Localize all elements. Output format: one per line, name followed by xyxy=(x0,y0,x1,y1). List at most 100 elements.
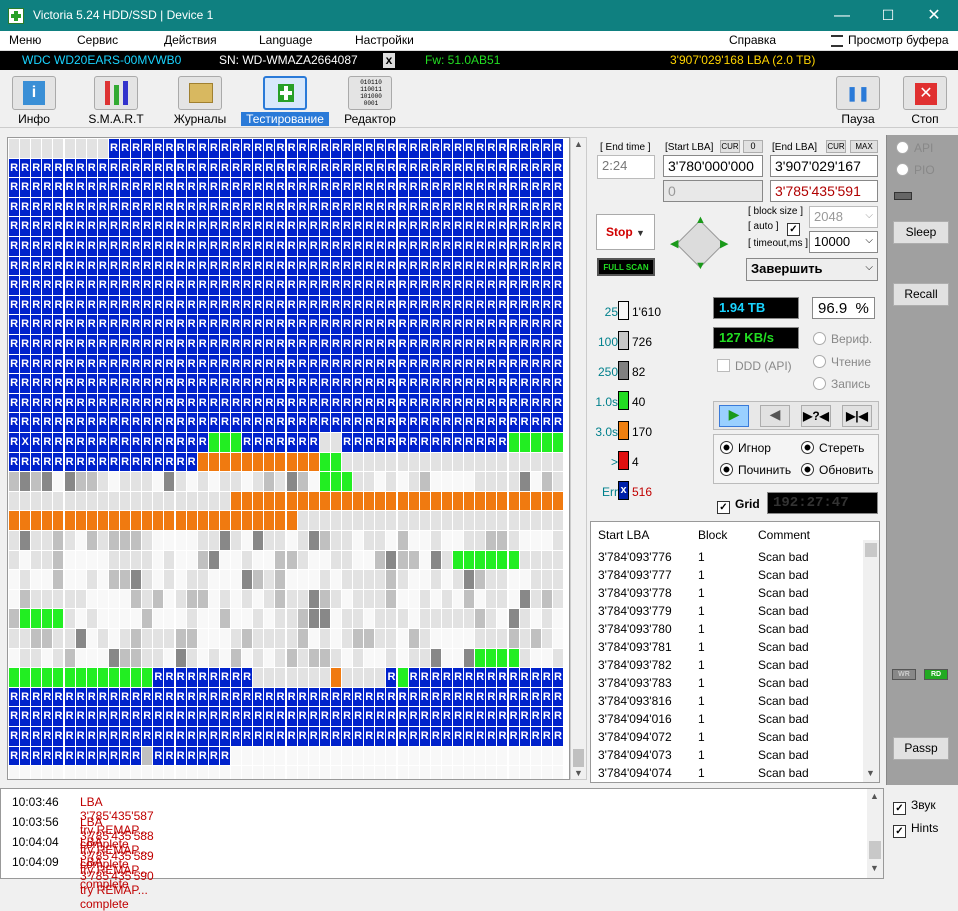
auto-checkbox[interactable] xyxy=(787,219,805,236)
scan-map-scrollbar[interactable]: ▼ ▲ xyxy=(570,137,587,780)
table-row[interactable]: 3'784'093'780 1 Scan bad xyxy=(591,620,861,638)
table-scrollbar[interactable]: ▼ xyxy=(863,540,879,782)
legend-threshold: 100 xyxy=(597,335,618,349)
column-header-block[interactable]: Block xyxy=(698,528,727,542)
menu-item-actions[interactable]: Действия xyxy=(164,33,217,47)
scan-block: R xyxy=(108,237,119,256)
play-forward-button[interactable]: ▶ xyxy=(719,405,749,427)
finish-action-select[interactable]: Завершить ⌵ xyxy=(746,258,878,281)
ddd-api-checkbox[interactable]: DDD (API) xyxy=(717,359,792,373)
table-row[interactable]: 3'784'094'016 1 Scan bad xyxy=(591,710,861,728)
end-time-field[interactable]: 2:24 xyxy=(597,155,655,179)
write-radio[interactable]: Запись xyxy=(813,377,870,391)
erase-radio[interactable]: Стереть xyxy=(801,441,864,455)
column-header-comment[interactable]: Comment xyxy=(758,528,810,542)
scan-block: R xyxy=(197,276,208,295)
testing-tab[interactable]: Тестирование xyxy=(241,76,329,126)
sound-checkbox[interactable]: Звук xyxy=(893,798,936,815)
table-row[interactable]: 3'784'094'073 1 Scan bad xyxy=(591,746,861,764)
arrow-left-icon[interactable]: ◀ xyxy=(670,237,678,250)
minimize-button[interactable]: — xyxy=(819,0,865,31)
scroll-down-icon[interactable]: ▼ xyxy=(574,768,583,778)
butterfly-button[interactable]: ▶?◀ xyxy=(801,405,831,427)
pause-button[interactable]: ❚❚ Пауза xyxy=(836,76,880,126)
info-tab[interactable]: i Инфо xyxy=(10,76,58,126)
scroll-up-icon[interactable]: ▲ xyxy=(574,139,583,149)
table-row[interactable]: 3'784'094'074 1 Scan bad xyxy=(591,764,861,782)
scan-block: R xyxy=(31,178,42,197)
table-row[interactable]: 3'784'093'777 1 Scan bad xyxy=(591,566,861,584)
scan-block xyxy=(530,531,541,550)
arrow-right-icon[interactable]: ▶ xyxy=(720,237,728,250)
repair-radio[interactable]: Починить xyxy=(720,463,791,477)
table-row[interactable]: 3'784'093'779 1 Scan bad xyxy=(591,602,861,620)
scan-block: R xyxy=(464,217,475,236)
recall-button[interactable]: Recall xyxy=(893,283,949,306)
scan-block: R xyxy=(42,452,53,472)
app-cross-icon xyxy=(8,8,24,24)
menu-item-help[interactable]: Справка xyxy=(729,33,776,47)
start-lba-field[interactable]: 3'780'000'000 xyxy=(663,155,763,177)
table-row[interactable]: 3'784'093'783 1 Scan bad xyxy=(591,674,861,692)
grid-checkbox[interactable]: Grid xyxy=(717,497,760,514)
scrollbar-thumb[interactable] xyxy=(869,841,881,859)
start-cur-button[interactable]: CUR xyxy=(720,140,740,153)
play-reverse-button[interactable]: ◀ xyxy=(760,405,790,427)
maximize-button[interactable]: ☐ xyxy=(865,0,911,31)
sleep-button[interactable]: Sleep xyxy=(893,221,949,244)
scan-block: R xyxy=(464,315,475,334)
scan-block xyxy=(53,570,64,589)
eject-device-button[interactable]: x xyxy=(383,53,395,68)
timeout-select[interactable]: 10000 ⌵ xyxy=(809,231,878,253)
verify-radio[interactable]: Вериф. xyxy=(813,332,872,346)
pio-radio[interactable]: PIO xyxy=(896,163,935,177)
read-radio[interactable]: Чтение xyxy=(813,355,871,369)
table-row[interactable]: 3'784'094'072 1 Scan bad xyxy=(591,728,861,746)
scrollbar-thumb[interactable] xyxy=(865,543,877,557)
block-size-select[interactable]: 2048 ⌵ xyxy=(809,206,878,228)
stop-scan-button[interactable]: Stop ▼ xyxy=(596,214,655,250)
table-row[interactable]: 3'784'093'782 1 Scan bad xyxy=(591,656,861,674)
arrow-up-icon[interactable]: ▲ xyxy=(695,214,706,226)
journals-tab[interactable]: Журналы xyxy=(170,76,230,126)
full-scan-button[interactable]: FULL SCAN xyxy=(597,258,655,276)
ignore-radio[interactable]: Игнор xyxy=(720,441,771,455)
direction-pad[interactable]: ▲ ▼ ◀ ▶ xyxy=(666,210,734,278)
menu-item-menu[interactable]: Меню xyxy=(9,33,41,47)
refresh-radio[interactable]: Обновить xyxy=(801,463,873,477)
column-header-start-lba[interactable]: Start LBA xyxy=(598,528,649,542)
table-row[interactable]: 3'784'093'781 1 Scan bad xyxy=(591,638,861,656)
arrow-down-icon[interactable]: ▼ xyxy=(695,260,706,272)
log-scrollbar[interactable]: ▼ ▲ xyxy=(867,789,883,878)
scan-block: R xyxy=(497,158,508,178)
skip-button[interactable]: ▶|◀ xyxy=(842,405,872,427)
scroll-down-icon[interactable]: ▼ xyxy=(866,768,875,778)
hints-checkbox[interactable]: Hints xyxy=(893,821,938,838)
scan-block xyxy=(353,609,364,628)
passport-button[interactable]: Passp xyxy=(893,737,949,760)
clipboard-view-button[interactable]: Просмотр буфера xyxy=(848,33,949,47)
scroll-down-icon[interactable]: ▼ xyxy=(870,863,879,873)
close-button[interactable]: ✕ xyxy=(911,0,957,31)
end-max-button[interactable]: MAX xyxy=(850,140,878,153)
end-lba-field[interactable]: 3'907'029'167 xyxy=(770,155,878,177)
scrollbar-thumb[interactable] xyxy=(573,749,584,767)
scan-block: R xyxy=(131,433,142,452)
scroll-up-icon[interactable]: ▲ xyxy=(870,791,879,801)
menu-item-service[interactable]: Сервис xyxy=(77,33,118,47)
start-zero-button[interactable]: 0 xyxy=(743,140,763,153)
table-row[interactable]: 3'784'093'816 1 Scan bad xyxy=(591,692,861,710)
scan-block xyxy=(86,550,97,570)
table-row[interactable]: 3'784'093'778 1 Scan bad xyxy=(591,584,861,602)
device-model[interactable]: WDC WD20EARS-00MVWB0 xyxy=(22,53,181,67)
scan-block: R xyxy=(319,413,330,432)
menu-item-settings[interactable]: Настройки xyxy=(355,33,414,47)
stop-button[interactable]: ✕ Стоп xyxy=(903,76,947,126)
table-row[interactable]: 3'784'093'776 1 Scan bad xyxy=(591,548,861,566)
smart-tab[interactable]: S.M.A.R.T xyxy=(87,76,145,126)
menu-item-language[interactable]: Language xyxy=(259,33,312,47)
editor-tab[interactable]: 010110 110011 101000 0001 Редактор xyxy=(342,76,398,126)
end-cur-button[interactable]: CUR xyxy=(826,140,846,153)
api-radio[interactable]: API xyxy=(896,141,933,155)
power-indicator xyxy=(894,192,912,200)
